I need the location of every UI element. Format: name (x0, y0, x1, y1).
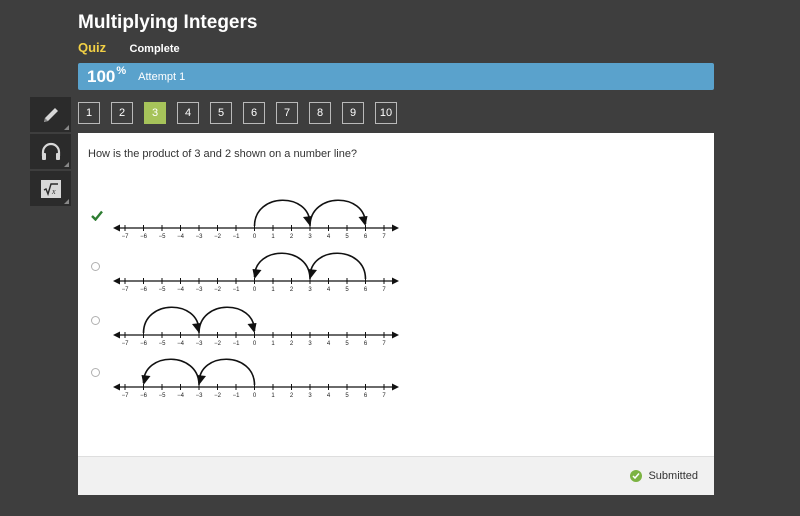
answer-option-2[interactable]: −7 −6 −5 −4 −3 −2 −1 0 1 2 3 4 5 6 7 (78, 241, 714, 293)
submitted-check-icon (630, 470, 643, 482)
tick-label: −5 (159, 287, 167, 293)
tick-label: −1 (233, 234, 241, 240)
question-nav-button-8[interactable]: 8 (309, 102, 331, 124)
submitted-label: Submitted (648, 470, 698, 482)
answer-radio-button[interactable] (91, 316, 100, 325)
tick-label: −1 (233, 393, 241, 399)
tick-label: −6 (140, 393, 148, 399)
score-value: 100% (87, 64, 127, 86)
svg-text:x: x (51, 187, 56, 196)
page-title: Multiplying Integers (78, 12, 258, 33)
question-nav-button-9[interactable]: 9 (342, 102, 364, 124)
question-nav-button-6[interactable]: 6 (243, 102, 265, 124)
question-nav-button-1[interactable]: 1 (78, 102, 100, 124)
tick-label: −2 (214, 287, 222, 293)
tick-label: −7 (122, 287, 130, 293)
quiz-label: Quiz (78, 40, 107, 55)
completion-status: Complete (129, 43, 180, 55)
answer-radio-button[interactable] (91, 262, 100, 271)
tick-label: −2 (214, 234, 222, 240)
tick-label: −7 (122, 393, 130, 399)
tick-label: −5 (159, 234, 167, 240)
number-line: −7 −6 −5 −4 −3 −2 −1 0 1 2 3 4 5 6 7 (111, 188, 401, 240)
question-nav-button-10[interactable]: 10 (375, 102, 397, 124)
tick-label: −3 (196, 393, 204, 399)
answer-option-4[interactable]: −7 −6 −5 −4 −3 −2 −1 0 1 2 3 4 5 6 7 (78, 347, 714, 399)
number-line: −7 −6 −5 −4 −3 −2 −1 0 1 2 3 4 5 6 7 (111, 295, 401, 347)
answer-radio-button[interactable] (91, 368, 100, 377)
number-line: −7 −6 −5 −4 −3 −2 −1 0 1 2 3 4 5 6 7 (111, 241, 401, 293)
calculator-icon: x (40, 179, 61, 198)
tick-label: −4 (177, 393, 185, 399)
audio-tool-button[interactable] (30, 134, 71, 169)
tick-label: −3 (196, 234, 204, 240)
attempt-label: Attempt 1 (138, 70, 186, 83)
pencil-icon (43, 107, 58, 122)
tick-label: −1 (233, 287, 241, 293)
tick-label: −7 (122, 234, 130, 240)
tick-label: −5 (159, 393, 167, 399)
question-panel: How is the product of 3 and 2 shown on a… (78, 133, 714, 495)
tick-label: −2 (214, 393, 222, 399)
question-nav-button-7[interactable]: 7 (276, 102, 298, 124)
tick-label: −6 (140, 234, 148, 240)
tick-label: −4 (177, 287, 185, 293)
answer-option-1[interactable]: −7 −6 −5 −4 −3 −2 −1 0 1 2 3 4 5 6 7 (78, 188, 714, 240)
headphones-icon (41, 142, 60, 160)
score-bar: 100% Attempt 1 (78, 63, 714, 90)
question-nav-button-3[interactable]: 3 (144, 102, 166, 124)
pencil-tool-button[interactable] (30, 97, 71, 132)
question-navigator: 1 2 3 4 5 6 7 8 9 10 (78, 102, 408, 124)
selected-check-icon[interactable] (91, 208, 103, 222)
tick-label: −4 (177, 234, 185, 240)
quiz-status-row: Quiz Complete (78, 40, 180, 55)
question-nav-button-5[interactable]: 5 (210, 102, 232, 124)
question-footer: Submitted (78, 456, 714, 495)
answer-option-3[interactable]: −7 −6 −5 −4 −3 −2 −1 0 1 2 3 4 5 6 7 (78, 295, 714, 347)
question-nav-button-4[interactable]: 4 (177, 102, 199, 124)
submitted-status: Submitted (630, 470, 698, 482)
tool-sidebar: x (30, 97, 71, 208)
question-nav-button-2[interactable]: 2 (111, 102, 133, 124)
question-text: How is the product of 3 and 2 shown on a… (88, 148, 358, 160)
number-line: −7 −6 −5 −4 −3 −2 −1 0 1 2 3 4 5 6 7 (111, 347, 401, 399)
tick-label: −6 (140, 287, 148, 293)
calculator-tool-button[interactable]: x (30, 171, 71, 206)
tick-label: −3 (196, 287, 204, 293)
